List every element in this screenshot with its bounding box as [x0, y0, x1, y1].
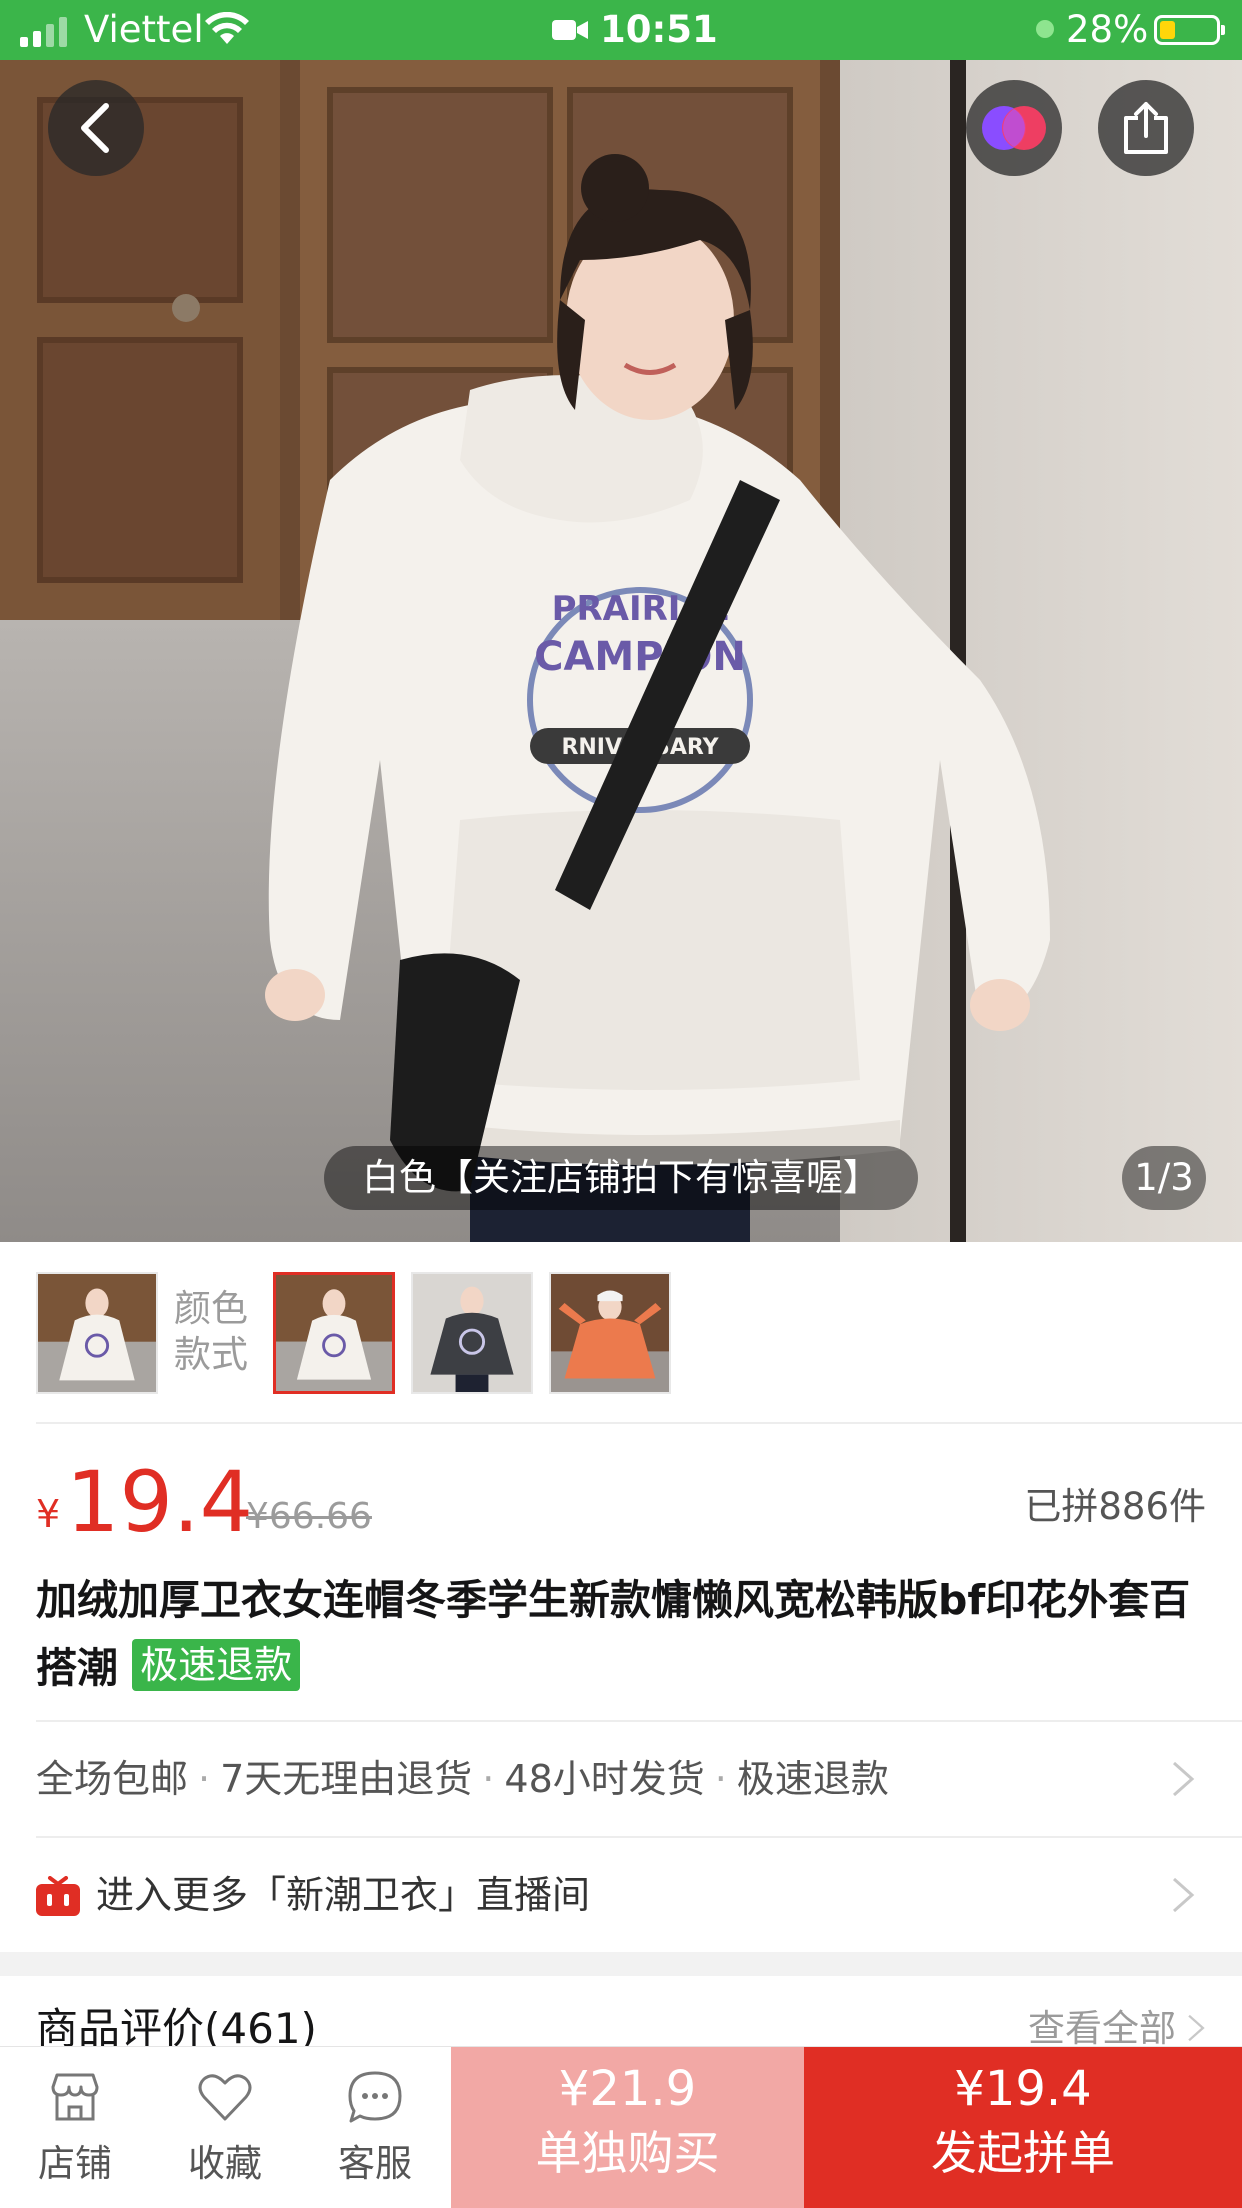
orange-hoodie-thumbnail	[551, 1274, 669, 1392]
share-button[interactable]	[1098, 80, 1194, 176]
share-icon	[1124, 102, 1168, 154]
section-separator	[0, 1952, 1242, 1976]
live-stream-text: 进入更多「新潮卫衣」直播间	[96, 1873, 591, 1917]
service-guarantees-row[interactable]: 全场包邮 · 7天无理由退货 · 48小时发货 · 极速退款	[36, 1722, 1206, 1836]
white-hoodie-thumbnail	[38, 1274, 156, 1392]
live-stream-row[interactable]: 进入更多「新潮卫衣」直播间	[36, 1838, 1206, 1952]
tab-favorite[interactable]: 收藏	[150, 2047, 300, 2208]
start-group-buy-button[interactable]: ¥19.4 发起拼单	[804, 2047, 1242, 2208]
location-dot-icon	[1036, 20, 1054, 38]
price-row: ¥ 19.4 ¥66.66 已拼886件	[36, 1452, 1206, 1552]
carrier-name: Viettel	[84, 8, 204, 51]
app-logo-button[interactable]	[966, 80, 1062, 176]
bottom-action-bar: 店铺 收藏 客服 ¥21.9 单独购买 ¥19.4 发起拼单	[0, 2046, 1242, 2208]
grey-hoodie-thumbnail	[413, 1274, 531, 1392]
buy-alone-price: ¥21.9	[558, 2061, 697, 2117]
variant-label: 颜色 款式	[174, 1287, 248, 1376]
clock: 10:51	[600, 8, 718, 51]
fast-refund-tag: 极速退款	[132, 1639, 301, 1691]
wifi-icon	[205, 12, 249, 44]
price-currency: ¥	[36, 1492, 61, 1536]
buy-alone-label: 单独购买	[535, 2126, 720, 2180]
image-counter: 1/3	[1122, 1146, 1206, 1210]
variant-grey[interactable]	[411, 1272, 533, 1394]
battery-percent: 28%	[1066, 8, 1149, 51]
heart-icon	[198, 2074, 252, 2121]
sold-count: 已拼886件	[1024, 1485, 1206, 1528]
product-title: 加绒加厚卫衣女连帽冬季学生新款慵懒风宽松韩版bf印花外套百搭潮 极速退款	[36, 1566, 1206, 1702]
live-tv-icon	[36, 1876, 80, 1916]
variant-thumbnail-preview[interactable]	[36, 1272, 158, 1394]
buy-alone-button[interactable]: ¥21.9 单独购买	[451, 2047, 804, 2208]
variant-orange[interactable]	[549, 1272, 671, 1394]
back-button[interactable]	[48, 80, 144, 176]
signal-icon	[20, 17, 67, 47]
variant-white[interactable]	[273, 1272, 395, 1394]
app-logo-icon	[982, 106, 1046, 150]
service-fast-refund: 极速退款	[736, 1757, 889, 1801]
original-price: ¥66.66	[246, 1496, 372, 1537]
variant-selector: 颜色 款式	[0, 1242, 1242, 1422]
tab-customer-service[interactable]: 客服	[300, 2047, 450, 2208]
store-icon	[51, 2073, 99, 2121]
group-buy-label: 发起拼单	[931, 2126, 1115, 2180]
product-photo: PRAIRIAL CAMPION RNIVERSARY	[0, 60, 1242, 1242]
white-hoodie-thumbnail	[276, 1275, 392, 1391]
tab-store-label: 店铺	[38, 2142, 112, 2185]
tab-customer-service-label: 客服	[338, 2142, 412, 2185]
chevron-right-icon	[1173, 1761, 1195, 1797]
video-call-icon	[552, 20, 588, 40]
service-48h-dispatch: 48小时发货	[504, 1757, 705, 1801]
service-7day-return: 7天无理由退货	[220, 1757, 473, 1801]
chat-icon	[348, 2071, 402, 2123]
chevron-right-icon	[1188, 2014, 1205, 2042]
variant-caption: 白色【关注店铺拍下有惊喜喔】	[324, 1146, 918, 1210]
back-icon	[81, 103, 109, 153]
group-buy-price: ¥19.4	[954, 2061, 1092, 2117]
product-image-carousel[interactable]: PRAIRIAL CAMPION RNIVERSARY	[0, 60, 1242, 1242]
tab-favorite-label: 收藏	[188, 2142, 262, 2185]
chevron-right-icon	[1173, 1877, 1195, 1913]
status-bar: Viettel 10:51 28%	[0, 0, 1242, 60]
group-price: 19.4	[66, 1453, 254, 1551]
tab-store[interactable]: 店铺	[0, 2047, 150, 2208]
battery-icon	[1154, 15, 1225, 45]
service-free-shipping: 全场包邮	[36, 1757, 189, 1801]
divider	[36, 1422, 1242, 1424]
